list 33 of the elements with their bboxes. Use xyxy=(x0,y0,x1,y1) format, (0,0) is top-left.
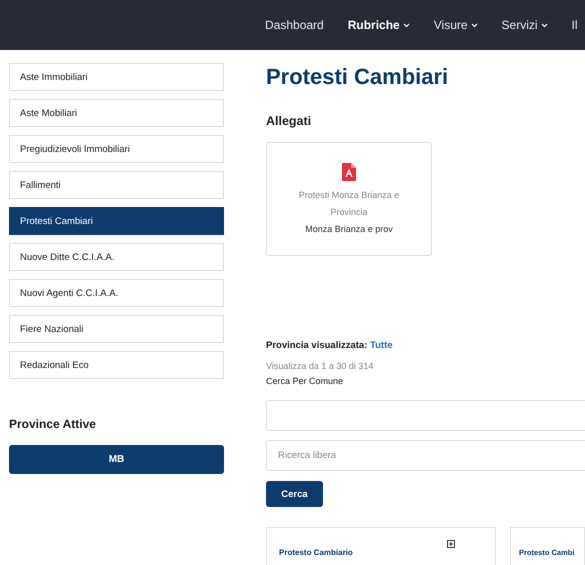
chevron-down-icon xyxy=(402,22,410,28)
province-label: Provincia visualizzata: Tutte xyxy=(266,340,394,351)
sidebar-item[interactable]: Aste Immobiliari xyxy=(9,63,224,91)
section-heading: Province Attive xyxy=(9,417,97,431)
nav-link[interactable]: Dashboard xyxy=(265,18,324,32)
province-button[interactable]: MB xyxy=(9,445,224,474)
search-input-field[interactable]: Ricerca libera xyxy=(266,440,585,471)
nav-link[interactable]: Visure xyxy=(434,18,468,32)
results-count: Visualizza da 1 a 30 di 314 xyxy=(266,361,374,371)
comune-input-field[interactable] xyxy=(266,400,585,431)
sidebar-item[interactable]: Fallimenti xyxy=(9,171,224,199)
search-button[interactable]: Cerca xyxy=(266,481,323,507)
nav-link[interactable]: Servizi xyxy=(502,18,538,32)
field-label: Cerca Per Comune xyxy=(266,376,344,386)
chevron-down-icon xyxy=(540,22,548,28)
nav-link[interactable]: Il xyxy=(572,18,578,32)
sidebar-item[interactable]: Pregiudizievoli Immobiliari xyxy=(9,135,224,163)
section-heading: Allegati xyxy=(266,114,312,128)
page-title: Protesti Cambiari xyxy=(266,64,450,90)
sidebar-item[interactable]: Aste Mobiliari xyxy=(9,99,224,127)
result-title: Protesto Cambiario xyxy=(279,548,353,557)
sidebar-item[interactable]: Nuovi Agenti C.C.I.A.A. xyxy=(9,279,224,307)
pdf-file-icon xyxy=(342,163,356,181)
plus-square-icon[interactable] xyxy=(447,540,455,548)
sidebar-item[interactable]: Redazionali Eco xyxy=(9,351,224,379)
sidebar-item[interactable]: Nuove Ditte C.C.I.A.A. xyxy=(9,243,224,271)
nav-link[interactable]: Rubriche xyxy=(348,18,400,32)
sidebar-item[interactable]: Protesti Cambiari xyxy=(9,207,224,235)
chevron-down-icon xyxy=(470,22,478,28)
sidebar-item[interactable]: Fiere Nazionali xyxy=(9,315,224,343)
attachment-title: Protesti Monza Brianza e Provincia xyxy=(298,189,400,219)
attachment-subtitle: Monza Brianza e prov xyxy=(305,223,393,236)
attachment-card[interactable]: Protesti Monza Brianza e Provincia Monza Brianza e prov xyxy=(266,142,432,256)
